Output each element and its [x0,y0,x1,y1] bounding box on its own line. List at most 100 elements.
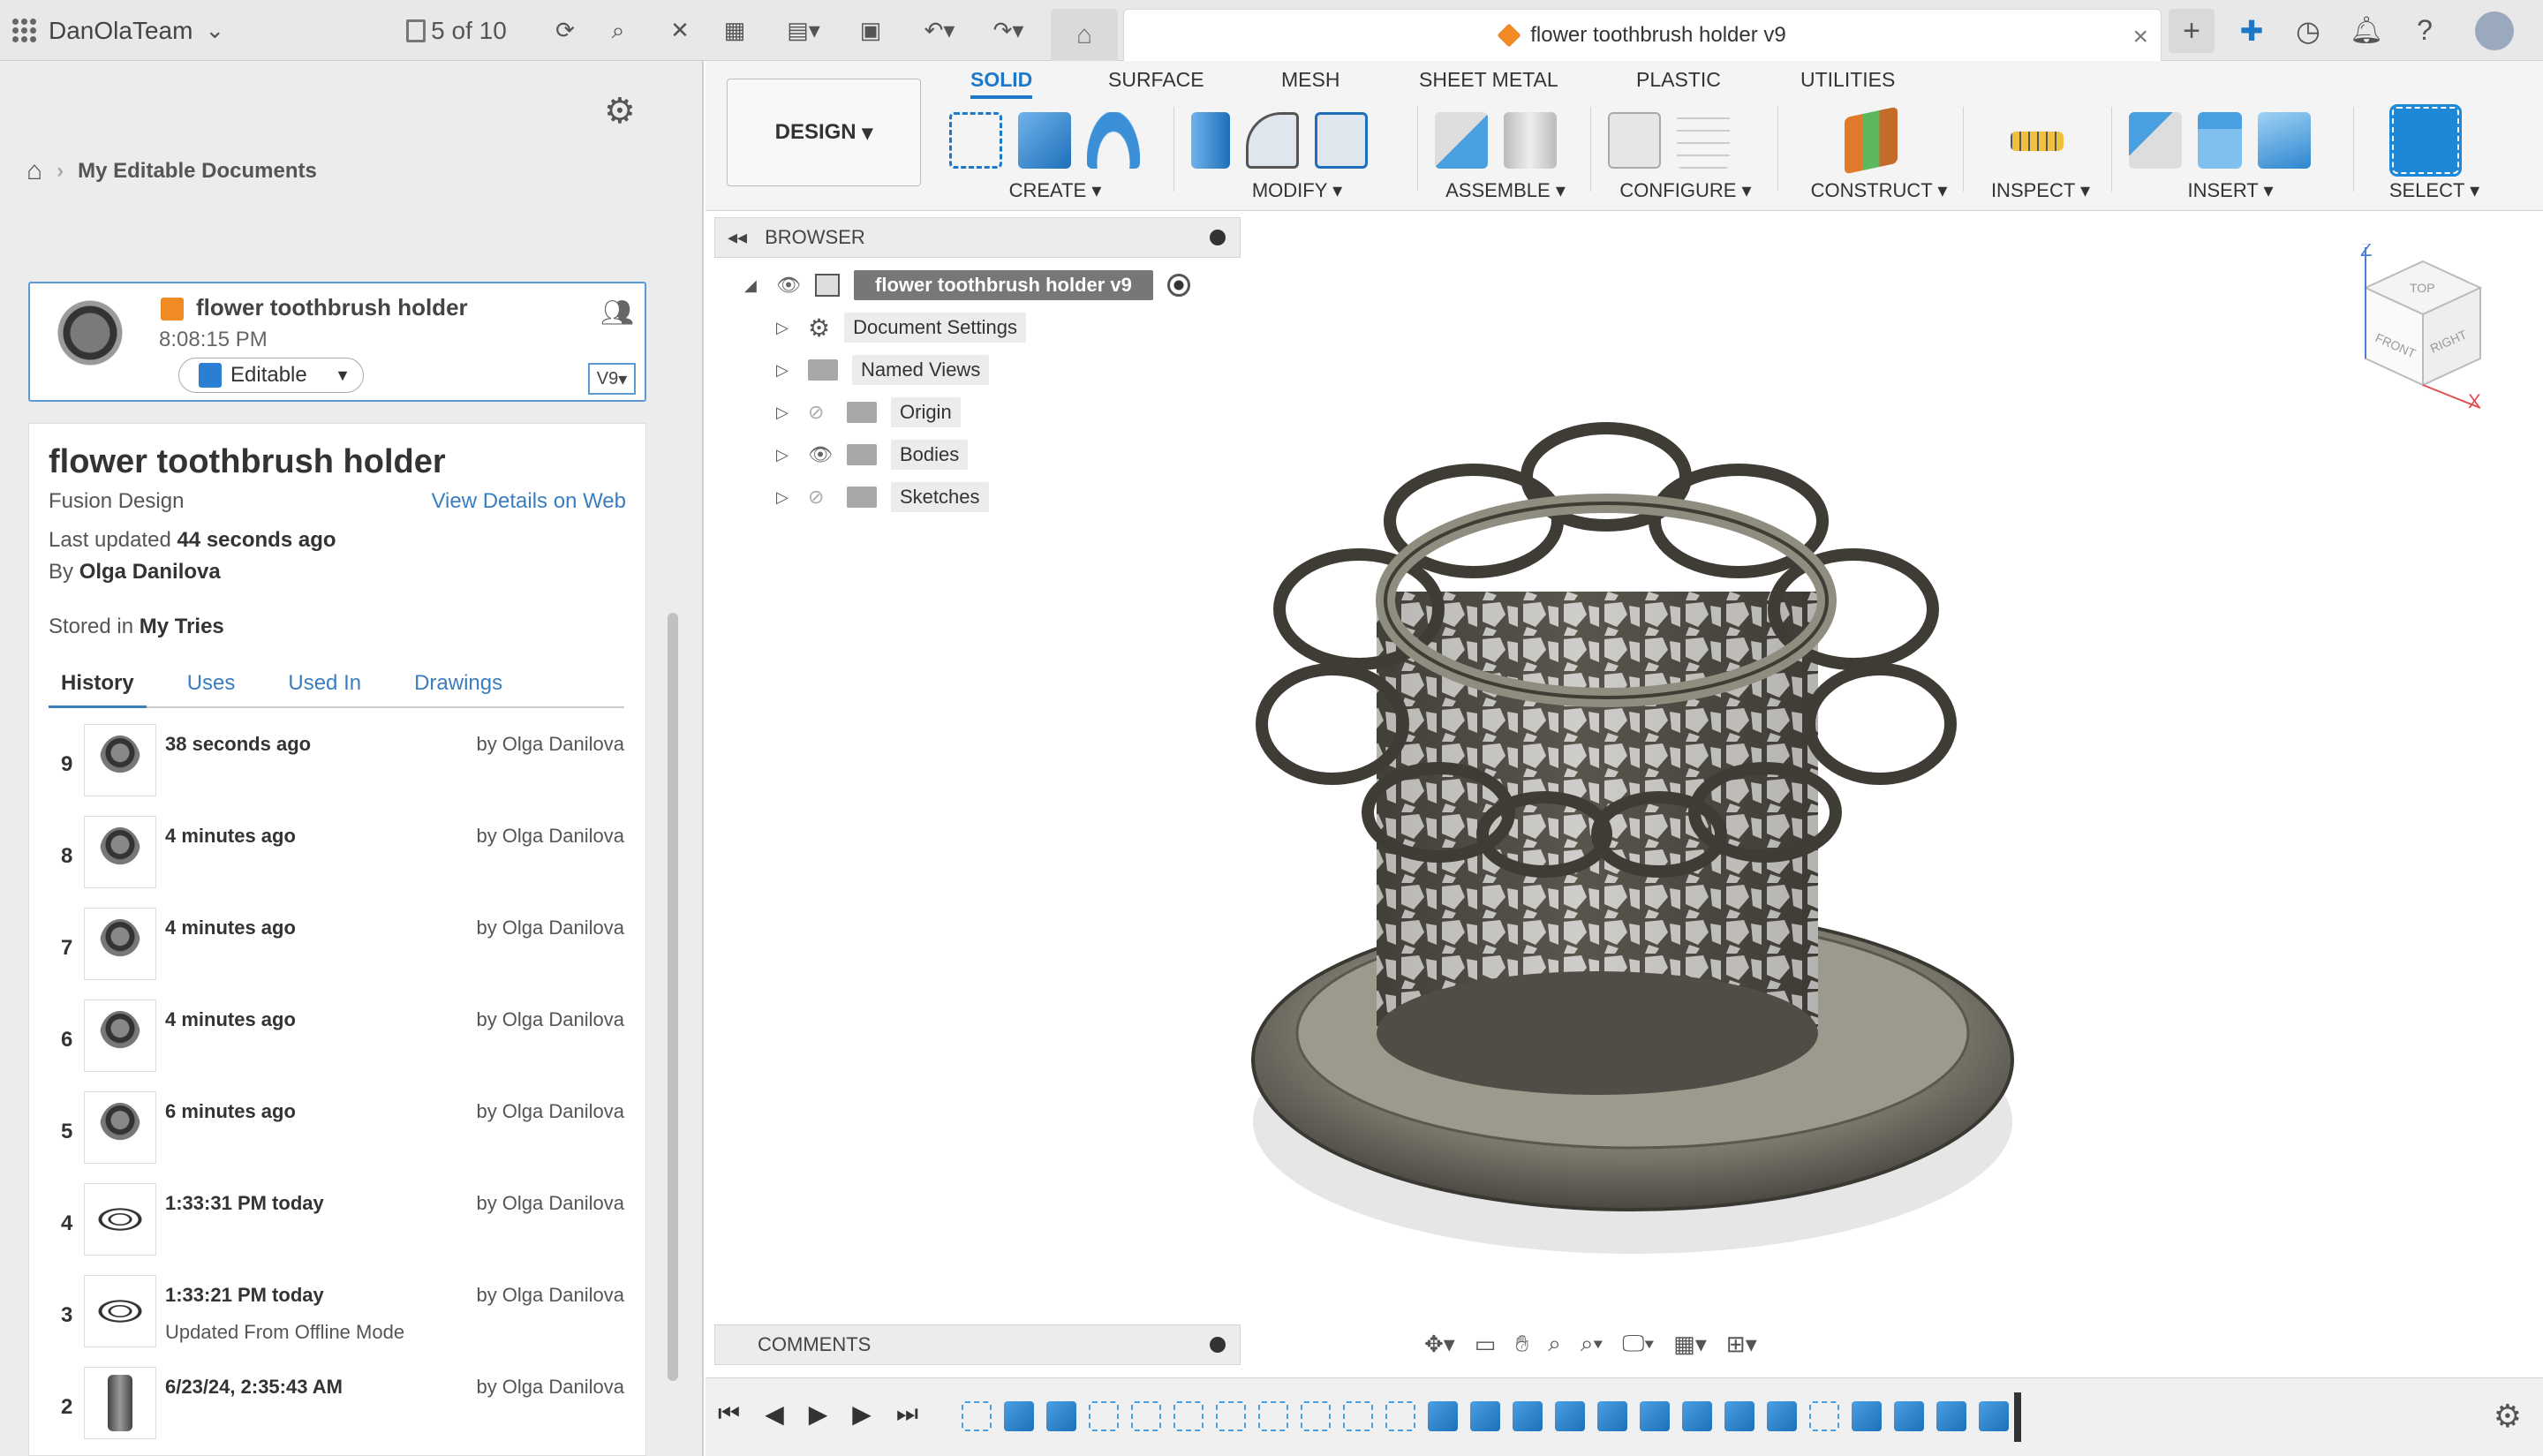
timeline-feature[interactable] [1809,1401,1839,1431]
redo-icon[interactable]: ↷▾ [982,0,1035,61]
browser-node-document-settings[interactable]: ▷ ⚙ Document Settings [776,313,1026,343]
insert-derive-icon[interactable] [2129,112,2182,169]
timeline-feature[interactable] [1555,1401,1585,1431]
undo-icon[interactable]: ↶▾ [913,0,966,61]
job-status-icon[interactable]: ◷ [2290,0,2326,61]
expand-triangle-icon[interactable]: ▷ [776,361,794,380]
version-dropdown[interactable]: V9 ▾ [588,363,636,395]
shell-icon[interactable] [1315,112,1368,169]
config-table-icon[interactable] [1677,112,1730,169]
pan-hand-icon[interactable]: ✋︎ [1515,1330,1528,1358]
tab-solid[interactable]: SOLID [970,68,1033,99]
measure-icon[interactable] [2011,132,2064,151]
tab-uses[interactable]: Uses [175,668,248,706]
timeline-feature[interactable] [1682,1401,1712,1431]
extrude-icon[interactable] [1018,112,1071,169]
version-thumbnail[interactable] [84,1091,156,1164]
viewcube-top-face[interactable]: TOP [2410,281,2435,295]
timeline-feature[interactable] [1767,1401,1797,1431]
visibility-eye-icon[interactable]: 👁︎ [808,443,833,466]
revolve-icon[interactable] [1087,112,1140,169]
insert-group[interactable]: INSERT ▾ [2129,105,2332,202]
timeline-feature[interactable] [1894,1401,1924,1431]
create-sketch-icon[interactable] [949,112,1002,169]
new-component-icon[interactable] [1435,112,1488,169]
configure-group[interactable]: CONFIGURE ▾ [1608,105,1763,202]
save-icon[interactable]: ▣ [853,0,888,61]
timeline-feature[interactable] [1936,1401,1966,1431]
timeline-feature[interactable] [962,1401,992,1431]
go-to-start-icon[interactable]: ⏮ [718,1399,740,1429]
look-at-icon[interactable]: ▭ [1475,1331,1497,1358]
select-group[interactable]: SELECT ▾ [2371,104,2498,202]
create-group[interactable]: CREATE ▾ [949,105,1161,202]
home-tab[interactable]: ⌂ [1051,9,1118,61]
visibility-eye-icon[interactable]: 👁︎ [776,274,801,297]
timeline-settings-gear-icon[interactable]: ⚙ [2494,1398,2522,1435]
version-thumbnail[interactable] [84,1000,156,1072]
home-icon[interactable]: ⌂ [26,156,42,186]
joint-icon[interactable] [1504,112,1557,169]
extensions-icon[interactable]: ✚ [2234,0,2269,61]
browser-node-sketches[interactable]: ▷ ⊘ Sketches [776,482,989,512]
collapse-triangle-icon[interactable]: ◢ [744,276,762,295]
open-docs-count[interactable]: 5 of 10 [399,0,514,61]
timeline-feature[interactable] [1046,1401,1076,1431]
timeline-feature[interactable] [1301,1401,1331,1431]
timeline-feature[interactable] [1216,1401,1246,1431]
document-card[interactable]: flower toothbrush holder 8:08:15 PM Edit… [28,282,646,402]
history-row[interactable]: 9 38 seconds ago by Olga Danilova [49,724,624,816]
step-back-icon[interactable]: ◀ [765,1399,784,1429]
fit-icon[interactable]: ⌕▾ [1581,1330,1603,1358]
expand-triangle-icon[interactable]: ▷ [776,488,794,507]
search-icon[interactable]: ⌕ [600,0,636,61]
toothbrush-holder-model[interactable] [1235,353,2030,1307]
avatar[interactable] [2472,0,2517,61]
notifications-bell-icon[interactable]: 🔔︎ [2349,0,2384,61]
timeline-feature[interactable] [1343,1401,1373,1431]
view-cube[interactable]: Z X TOP FRONT RIGHT [2357,244,2489,411]
activate-radio-icon[interactable] [1166,274,1190,297]
timeline-feature[interactable] [1979,1401,2009,1431]
timeline-feature[interactable] [1258,1401,1288,1431]
play-icon[interactable]: ▶ [809,1399,828,1429]
timeline-feature[interactable] [1004,1401,1034,1431]
tab-drawings[interactable]: Drawings [402,668,515,706]
browser-node-named-views[interactable]: ▷ Named Views [776,355,990,385]
timeline-feature[interactable] [1513,1401,1543,1431]
expand-triangle-icon[interactable]: ▷ [776,404,794,422]
orbit-icon[interactable]: ✥▾ [1424,1331,1455,1358]
version-thumbnail[interactable] [84,1275,156,1347]
inspect-group[interactable]: INSPECT ▾ [1972,105,2109,202]
collapse-arrows-icon[interactable]: ◂◂ [728,226,747,249]
version-thumbnail[interactable] [84,1183,156,1256]
history-row[interactable]: 3 1:33:21 PM today by Olga Danilova Updated… [49,1275,624,1367]
close-icon[interactable]: ✕ [662,0,698,61]
timeline-feature[interactable] [1724,1401,1754,1431]
version-thumbnail[interactable] [84,816,156,888]
workspace-switcher[interactable]: DESIGN ▾ [727,79,921,186]
timeline-feature[interactable] [1173,1401,1204,1431]
hidden-eye-icon[interactable]: ⊘ [808,486,833,509]
close-tab-icon[interactable]: × [2132,22,2148,52]
fillet-icon[interactable] [1246,112,1299,169]
timeline-feature[interactable] [1852,1401,1882,1431]
comments-panel[interactable]: COMMENTS [714,1324,1241,1365]
expand-triangle-icon[interactable]: ▷ [776,446,794,464]
timeline-feature[interactable] [1131,1401,1161,1431]
grid-icon[interactable]: ▦ [717,0,752,61]
timeline-feature[interactable] [1640,1401,1670,1431]
view-details-link[interactable]: View Details on Web [431,489,626,514]
tab-used-in[interactable]: Used In [275,668,374,706]
hidden-eye-icon[interactable]: ⊘ [808,401,833,424]
browser-minimize-icon[interactable] [1210,230,1226,245]
history-row[interactable]: 7 4 minutes ago by Olga Danilova [49,908,624,1000]
insert-mcmaster-icon[interactable] [2198,112,2242,169]
go-to-end-icon[interactable]: ⏭ [896,1399,918,1429]
editable-status-dropdown[interactable]: Editable ▼ [178,358,364,393]
breadcrumb-folder[interactable]: My Editable Documents [78,159,317,184]
document-tab[interactable]: flower toothbrush holder v9 × [1123,9,2162,61]
construct-group[interactable]: CONSTRUCT ▾ [1795,105,1963,202]
press-pull-icon[interactable] [1191,112,1230,169]
tab-history[interactable]: History [49,668,147,708]
